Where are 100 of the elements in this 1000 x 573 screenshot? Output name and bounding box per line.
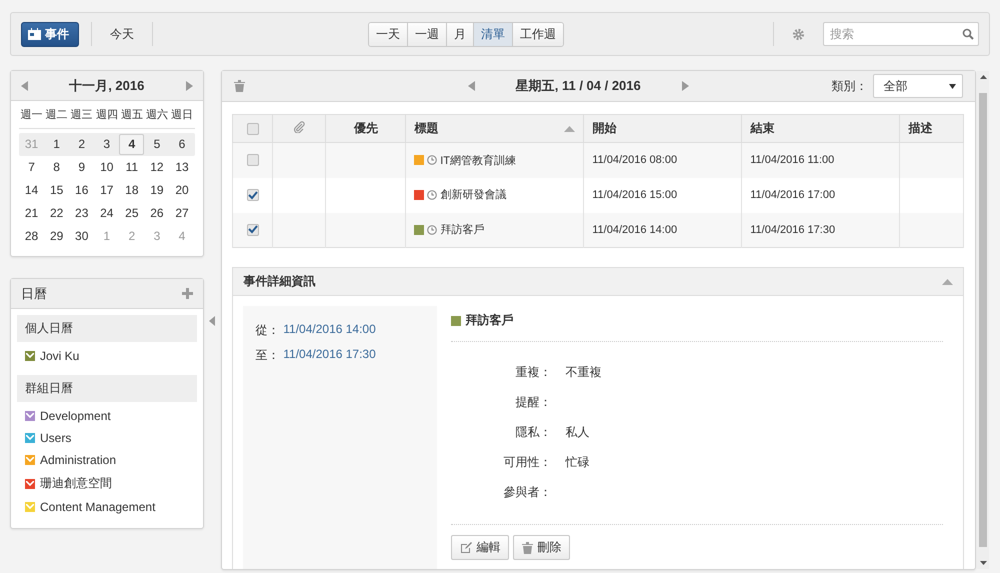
field-value: 忙碌 [565, 454, 590, 471]
event-title[interactable]: 拜訪客戶 [440, 222, 484, 237]
new-event-button[interactable]: 事件 [21, 22, 79, 46]
column-header[interactable]: 標題 [406, 114, 584, 142]
calendar-name: Jovi Ku [40, 349, 80, 363]
calendar-name: Development [40, 409, 111, 423]
start-cell: 11/04/2016 14:00 [584, 212, 742, 248]
day-cell[interactable]: 27 [169, 203, 195, 224]
view-tab[interactable]: 工作週 [512, 22, 563, 46]
weekday-label: 週五 [119, 101, 144, 129]
scroll-up-icon[interactable] [980, 75, 987, 79]
field-label: 重複： [514, 364, 552, 381]
today-button[interactable]: 今天 [104, 26, 140, 42]
group-heading: 群組日曆 [17, 375, 197, 402]
view-tab[interactable]: 月 [446, 22, 473, 46]
day-cell[interactable]: 5 [144, 134, 170, 155]
column-title: 標題 [414, 120, 438, 137]
day-cell[interactable]: 21 [19, 203, 44, 224]
month-title: 十一月, 2016 [69, 76, 144, 94]
day-cell[interactable]: 3 [94, 134, 120, 155]
field-value: 私人 [565, 424, 590, 441]
day-cell[interactable]: 24 [94, 203, 120, 224]
scrollbar[interactable] [977, 71, 990, 569]
day-cell[interactable]: 23 [69, 203, 94, 224]
week-row[interactable]: 7 8 9 10 11 12 13 [19, 156, 195, 179]
trash-icon [522, 542, 534, 554]
view-tab[interactable]: 一天 [369, 22, 407, 46]
event-title[interactable]: 創新研發會議 [440, 187, 506, 202]
week-row[interactable]: 31 1 2 3 4 5 6 [19, 133, 195, 156]
clock-icon [427, 224, 438, 234]
week-row[interactable]: 14 15 16 17 18 19 20 [19, 179, 195, 202]
day-cell[interactable]: 6 [169, 134, 195, 155]
day-cell[interactable]: 15 [44, 180, 70, 201]
day-cell[interactable]: 2 [69, 134, 94, 155]
day-cell[interactable]: 7 [19, 157, 44, 178]
day-cell[interactable]: 19 [144, 180, 170, 201]
day-cell[interactable]: 9 [69, 157, 94, 178]
delete-button[interactable]: 刪除 [513, 535, 570, 560]
category-select[interactable]: 全部 [873, 74, 964, 98]
weekday-label: 週三 [69, 101, 94, 129]
search-icon[interactable] [962, 28, 974, 40]
day-cell[interactable]: 12 [144, 157, 170, 178]
day-cell[interactable]: 18 [119, 180, 144, 201]
from-time: 11/04/2016 14:00 [283, 322, 376, 338]
previous-icon[interactable] [21, 80, 29, 90]
day-cell[interactable]: 30 [69, 226, 94, 247]
column-header[interactable]: 優先 [326, 114, 406, 142]
calendar-checkbox[interactable] [25, 433, 35, 443]
day-cell[interactable]: 11 [119, 157, 144, 178]
day-cell[interactable]: 16 [69, 180, 94, 201]
calendar-checkbox[interactable] [25, 411, 35, 421]
sort-icon[interactable] [564, 126, 576, 132]
calendar-checkbox[interactable] [25, 455, 35, 465]
search-field[interactable]: 搜索 [823, 22, 979, 46]
previous-icon[interactable] [468, 81, 476, 91]
day-cell[interactable]: 22 [44, 203, 70, 224]
day-cell[interactable]: 25 [119, 203, 144, 224]
edit-button[interactable]: 編輯 [451, 535, 510, 560]
collapse-icon[interactable] [209, 316, 216, 326]
week-row[interactable]: 28 29 30 1 2 3 4 [19, 225, 195, 248]
details-title: 事件詳細資訊 [243, 273, 316, 290]
day-cell[interactable]: 13 [169, 157, 195, 178]
event-title[interactable]: IT網管教育訓練 [440, 152, 516, 168]
weekday-label: 週四 [94, 101, 120, 129]
column-header[interactable]: 描述 [900, 114, 964, 142]
day-cell[interactable]: 17 [94, 180, 120, 201]
day-cell[interactable]: 10 [94, 157, 120, 178]
day-cell[interactable]: 1 [44, 134, 70, 155]
day-cell[interactable]: 4 [119, 134, 144, 155]
add-icon[interactable] [182, 288, 193, 299]
calendar-checkbox[interactable] [25, 351, 35, 361]
collapse-icon[interactable] [942, 278, 954, 284]
end-cell: 11/04/2016 17:30 [742, 212, 900, 248]
weekday-label: 週日 [169, 101, 195, 129]
view-tab[interactable]: 清單 [473, 22, 512, 46]
clock-icon [427, 155, 438, 165]
calendar-checkbox[interactable] [25, 502, 35, 512]
row-checkbox[interactable] [246, 189, 259, 202]
view-tab[interactable]: 一週 [407, 22, 446, 46]
row-checkbox[interactable] [246, 154, 259, 166]
day-cell[interactable]: 28 [19, 226, 44, 247]
field-label: 隱私： [514, 424, 552, 441]
day-cell[interactable]: 20 [169, 180, 195, 201]
row-checkbox[interactable] [246, 224, 259, 236]
column-header[interactable]: 開始 [584, 114, 742, 142]
day-cell[interactable]: 8 [44, 157, 70, 178]
calendar-name: 珊迪創意空間 [40, 475, 112, 492]
scroll-down-icon[interactable] [980, 561, 987, 565]
day-cell[interactable]: 26 [144, 203, 170, 224]
week-row[interactable]: 21 22 23 24 25 26 27 [19, 202, 195, 225]
calendar-name: Administration [40, 453, 116, 467]
paperclip-icon [293, 121, 306, 133]
select-all-checkbox[interactable] [246, 123, 259, 136]
column-header[interactable]: 結束 [742, 114, 900, 142]
calendar-checkbox[interactable] [25, 478, 35, 488]
day-cell[interactable]: 14 [19, 180, 44, 201]
next-icon[interactable] [184, 80, 193, 90]
day-cell[interactable]: 29 [44, 226, 70, 247]
settings-icon[interactable] [792, 28, 805, 40]
next-icon[interactable] [680, 81, 689, 91]
